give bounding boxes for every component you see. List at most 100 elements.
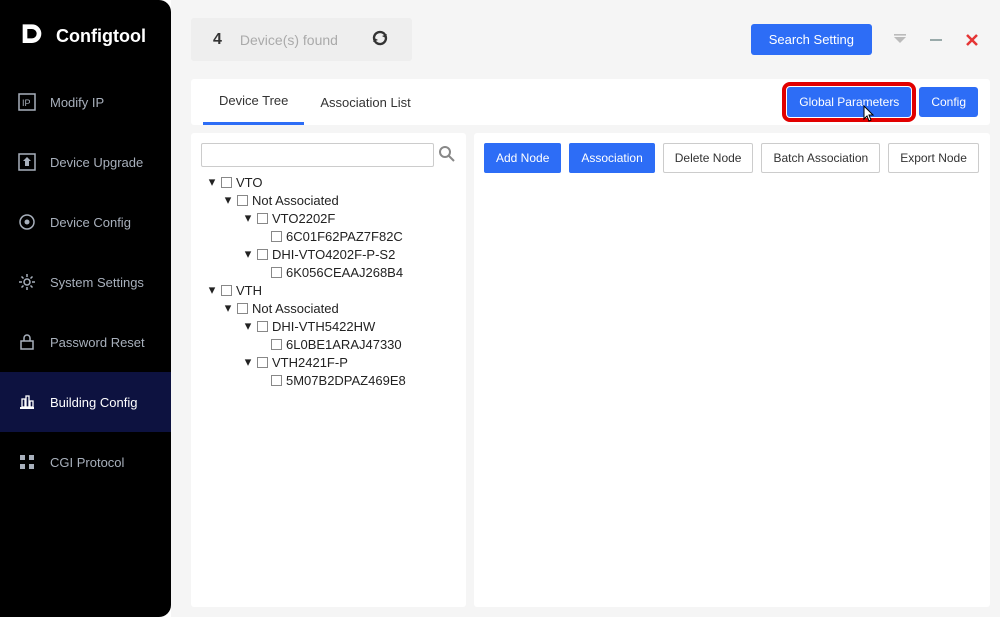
tree-node-model[interactable]: ▾ VTH2421F-P bbox=[201, 353, 456, 371]
checkbox[interactable] bbox=[257, 249, 268, 260]
batch-association-button[interactable]: Batch Association bbox=[761, 143, 880, 173]
tree-label: VTH bbox=[236, 283, 262, 298]
tree-search-input[interactable] bbox=[201, 143, 434, 167]
checkbox[interactable] bbox=[257, 357, 268, 368]
export-node-button[interactable]: Export Node bbox=[888, 143, 979, 173]
ip-icon: IP bbox=[18, 93, 36, 111]
tree-label: VTO bbox=[236, 175, 263, 190]
content-area: Device Tree Association List Global Para… bbox=[171, 79, 1000, 617]
sidebar-item-label: Modify IP bbox=[50, 95, 104, 110]
target-icon bbox=[18, 213, 36, 231]
device-tree: ▾VTO ▾Not Associated ▾VTO2202F 6C01F62PA… bbox=[201, 173, 456, 389]
config-button[interactable]: Config bbox=[919, 87, 978, 117]
tree-label: 5M07B2DPAZ469E8 bbox=[286, 373, 406, 388]
chevron-down-icon: ▾ bbox=[243, 321, 253, 331]
checkbox[interactable] bbox=[257, 321, 268, 332]
grid-icon bbox=[18, 453, 36, 471]
sidebar-item-label: Building Config bbox=[50, 395, 137, 410]
close-icon[interactable] bbox=[964, 32, 980, 48]
checkbox[interactable] bbox=[257, 213, 268, 224]
chevron-down-icon: ▾ bbox=[243, 357, 253, 367]
tree-node-serial[interactable]: 6K056CEAAJ268B4 bbox=[201, 263, 456, 281]
tree-node-model[interactable]: ▾ DHI-VTH5422HW bbox=[201, 317, 456, 335]
chevron-down-icon: ▾ bbox=[223, 303, 233, 313]
work-row: ▾VTO ▾Not Associated ▾VTO2202F 6C01F62PA… bbox=[191, 133, 990, 607]
sidebar-item-device-config[interactable]: Device Config bbox=[0, 192, 171, 252]
chevron-down-icon: ▾ bbox=[223, 195, 233, 205]
sidebar-item-label: Device Config bbox=[50, 215, 131, 230]
checkbox[interactable] bbox=[221, 285, 232, 296]
sidebar-item-label: Password Reset bbox=[50, 335, 145, 350]
search-icon[interactable] bbox=[438, 145, 456, 166]
tree-label: 6K056CEAAJ268B4 bbox=[286, 265, 403, 280]
topbar: 4 Device(s) found Search Setting bbox=[171, 0, 1000, 79]
sidebar-item-modify-ip[interactable]: IP Modify IP bbox=[0, 72, 171, 132]
tree-label: DHI-VTH5422HW bbox=[272, 319, 375, 334]
tree-label: Not Associated bbox=[252, 193, 339, 208]
app-title: Configtool bbox=[56, 26, 146, 47]
search-setting-button[interactable]: Search Setting bbox=[751, 24, 872, 55]
global-parameters-label: Global Parameters bbox=[799, 95, 899, 109]
logo-icon bbox=[18, 22, 46, 50]
tree-label: 6L0BE1ARAJ47330 bbox=[286, 337, 402, 352]
device-count: 4 bbox=[213, 31, 222, 49]
tree-node-serial[interactable]: 6L0BE1ARAJ47330 bbox=[201, 335, 456, 353]
add-node-button[interactable]: Add Node bbox=[484, 143, 561, 173]
sidebar-item-device-upgrade[interactable]: Device Upgrade bbox=[0, 132, 171, 192]
tree-label: VTH2421F-P bbox=[272, 355, 348, 370]
tab-device-tree[interactable]: Device Tree bbox=[203, 79, 304, 125]
device-count-box: 4 Device(s) found bbox=[191, 18, 412, 61]
svg-text:IP: IP bbox=[22, 98, 31, 108]
main-area: 4 Device(s) found Search Setting Device … bbox=[171, 0, 1000, 617]
checkbox[interactable] bbox=[271, 231, 282, 242]
chevron-down-icon: ▾ bbox=[207, 285, 217, 295]
gear-icon bbox=[18, 273, 36, 291]
lock-icon bbox=[18, 333, 36, 351]
delete-node-button[interactable]: Delete Node bbox=[663, 143, 754, 173]
checkbox[interactable] bbox=[221, 177, 232, 188]
sidebar-item-cgi-protocol[interactable]: CGI Protocol bbox=[0, 432, 171, 492]
checkbox[interactable] bbox=[271, 267, 282, 278]
device-label: Device(s) found bbox=[240, 32, 338, 48]
checkbox[interactable] bbox=[237, 195, 248, 206]
sidebar-item-label: System Settings bbox=[50, 275, 144, 290]
tree-label: DHI-VTO4202F-P-S2 bbox=[272, 247, 395, 262]
upgrade-icon bbox=[18, 153, 36, 171]
chevron-down-icon: ▾ bbox=[207, 177, 217, 187]
checkbox[interactable] bbox=[271, 339, 282, 350]
tree-node-model[interactable]: ▾ VTO2202F bbox=[201, 209, 456, 227]
sidebar-item-password-reset[interactable]: Password Reset bbox=[0, 312, 171, 372]
checkbox[interactable] bbox=[271, 375, 282, 386]
tab-row: Device Tree Association List Global Para… bbox=[191, 79, 990, 125]
tree-node-model[interactable]: ▾ DHI-VTO4202F-P-S2 bbox=[201, 245, 456, 263]
tab-association-list[interactable]: Association List bbox=[304, 81, 426, 124]
tree-label: Not Associated bbox=[252, 301, 339, 316]
right-panel: Add Node Association Delete Node Batch A… bbox=[474, 133, 990, 607]
refresh-icon[interactable] bbox=[370, 28, 390, 51]
sidebar-item-system-settings[interactable]: System Settings bbox=[0, 252, 171, 312]
global-parameters-button[interactable]: Global Parameters bbox=[787, 87, 911, 117]
action-row: Add Node Association Delete Node Batch A… bbox=[484, 143, 980, 173]
tree-node-vto[interactable]: ▾ VTO bbox=[201, 173, 456, 191]
building-icon bbox=[18, 393, 36, 411]
dropdown-icon[interactable] bbox=[892, 32, 908, 48]
tree-node-serial[interactable]: 6C01F62PAZ7F82C bbox=[201, 227, 456, 245]
tree-node-vth[interactable]: ▾ VTH bbox=[201, 281, 456, 299]
checkbox[interactable] bbox=[237, 303, 248, 314]
tree-label: 6C01F62PAZ7F82C bbox=[286, 229, 403, 244]
tree-search-row bbox=[201, 143, 456, 167]
sidebar-item-building-config[interactable]: Building Config bbox=[0, 372, 171, 432]
tree-node-serial[interactable]: 5M07B2DPAZ469E8 bbox=[201, 371, 456, 389]
sidebar-item-label: Device Upgrade bbox=[50, 155, 143, 170]
chevron-down-icon: ▾ bbox=[243, 213, 253, 223]
tree-label: VTO2202F bbox=[272, 211, 335, 226]
tree-node-not-associated[interactable]: ▾ Not Associated bbox=[201, 191, 456, 209]
tree-node-not-associated[interactable]: ▾ Not Associated bbox=[201, 299, 456, 317]
chevron-down-icon: ▾ bbox=[243, 249, 253, 259]
tree-panel: ▾VTO ▾Not Associated ▾VTO2202F 6C01F62PA… bbox=[191, 133, 466, 607]
sidebar-item-label: CGI Protocol bbox=[50, 455, 124, 470]
minimize-icon[interactable] bbox=[928, 32, 944, 48]
sidebar: Configtool IP Modify IP Device Upgrade D… bbox=[0, 0, 171, 617]
association-button[interactable]: Association bbox=[569, 143, 654, 173]
logo-area: Configtool bbox=[0, 0, 171, 72]
